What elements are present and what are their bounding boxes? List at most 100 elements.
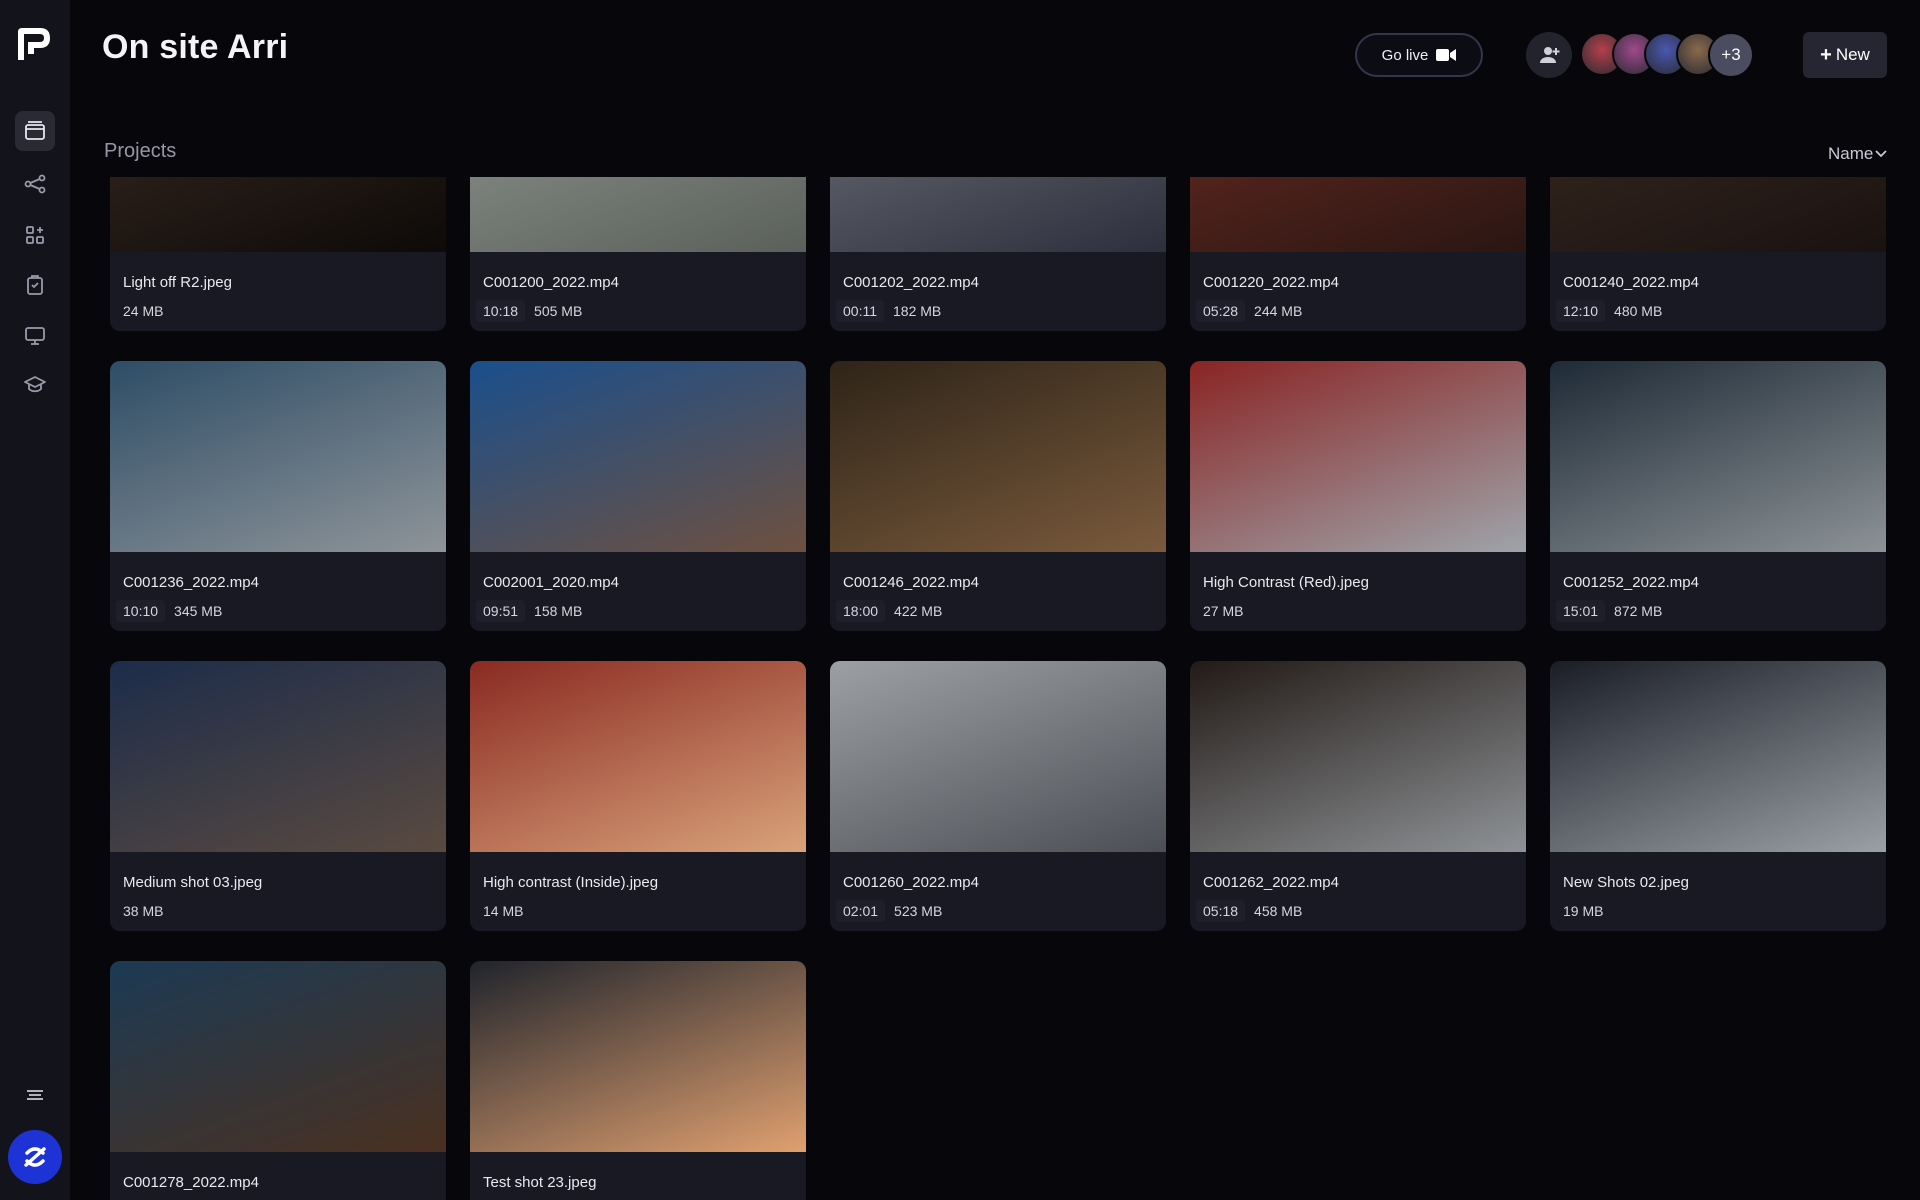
file-name: C002001_2020.mp4 [483,574,619,591]
file-thumbnail[interactable] [830,661,1166,852]
apps-add-icon [26,226,44,244]
duration-badge: 10:18 [476,300,526,322]
file-card[interactable]: C001240_2022.mp4 12:10 480 MB [1550,177,1886,331]
file-size: 182 MB [893,303,942,319]
new-button-label: New [1835,45,1870,64]
sidebar-menu-button[interactable] [15,1075,55,1115]
duration-badge: 00:11 [836,300,884,322]
file-meta: 24 MB [116,299,170,323]
file-size: 38 MB [123,903,164,919]
file-card[interactable]: New Shots 02.jpeg 19 MB [1550,661,1886,931]
new-button[interactable]: + New [1803,32,1887,78]
file-meta: 15:01 872 MB [1556,599,1669,623]
file-thumbnail[interactable] [110,361,446,552]
nav-apps[interactable] [15,215,55,255]
file-thumbnail[interactable] [110,661,446,852]
file-meta: 12:10 480 MB [1556,299,1669,323]
duration-badge: 15:01 [1556,600,1606,622]
file-card[interactable]: C001278_2022.mp420:17305 MB [110,961,446,1200]
file-size: 158 MB [534,603,583,619]
file-name: Medium shot 03.jpeg [123,874,263,891]
file-size: 345 MB [174,603,223,619]
file-meta: 00:11 182 MB [836,299,948,323]
file-meta: 27 MB [1196,599,1250,623]
file-size: 505 MB [534,303,583,319]
file-thumbnail[interactable] [470,177,806,252]
file-name: C001240_2022.mp4 [1563,274,1699,291]
file-card[interactable]: High contrast (Inside).jpeg 14 MB [470,661,806,931]
duration-badge: 12:10 [1556,300,1606,322]
file-name: C001260_2022.mp4 [843,874,979,891]
file-thumbnail[interactable] [1550,361,1886,552]
duration-badge: 18:00 [836,600,886,622]
file-thumbnail[interactable] [470,961,806,1152]
nav-learning[interactable] [15,365,55,405]
invite-user-button[interactable] [1526,32,1572,78]
file-name: High contrast (Inside).jpeg [483,874,659,891]
file-name: Light off R2.jpeg [123,274,232,291]
file-card[interactable]: C001262_2022.mp4 05:18 458 MB [1190,661,1526,931]
duration-badge: 05:28 [1196,300,1246,322]
file-card[interactable]: High Contrast (Red).jpeg 27 MB [1190,361,1526,631]
nav-share[interactable] [15,164,55,204]
file-thumbnail[interactable] [110,961,446,1152]
file-card[interactable]: C001260_2022.mp4 02:01 523 MB [830,661,1166,931]
file-thumbnail[interactable] [1550,177,1886,252]
nav-projects[interactable] [15,111,55,151]
monitor-icon [25,327,45,345]
file-card[interactable]: Medium shot 03.jpeg 38 MB [110,661,446,931]
file-name: C001202_2022.mp4 [843,274,979,291]
file-thumbnail[interactable] [1550,661,1886,852]
file-size: 14 MB [483,903,524,919]
file-size: 19 MB [1563,903,1604,919]
nav-monitor[interactable] [15,315,55,355]
sort-dropdown[interactable]: Name [1828,144,1887,164]
file-meta: 05:28 244 MB [1196,299,1309,323]
file-thumbnail[interactable] [830,177,1166,252]
video-camera-icon [1436,49,1457,61]
file-card[interactable]: C001236_2022.mp4 10:10 345 MB [110,361,446,631]
section-title: Projects [104,140,177,162]
plus-icon: + [1820,44,1832,66]
file-thumbnail[interactable] [470,661,806,852]
file-card[interactable]: C002001_2020.mp4 09:51 158 MB [470,361,806,631]
brand-badge[interactable] [8,1130,62,1184]
duration-badge: 09:51 [476,600,526,622]
file-name: C001236_2022.mp4 [123,574,259,591]
file-meta: 09:51 158 MB [476,599,589,623]
app-logo-icon[interactable] [14,24,54,64]
file-name: New Shots 02.jpeg [1563,874,1689,891]
file-name: C001252_2022.mp4 [1563,574,1699,591]
file-thumbnail[interactable] [1190,177,1526,252]
file-card[interactable]: C001220_2022.mp4 05:28 244 MB [1190,177,1526,331]
file-card[interactable]: C001200_2022.mp4 10:18 505 MB [470,177,806,331]
nav-clipboard[interactable] [15,265,55,305]
file-meta: 02:01 523 MB [836,899,949,923]
file-size: 422 MB [894,603,943,619]
file-card[interactable]: C001246_2022.mp4 18:00 422 MB [830,361,1166,631]
file-thumbnail[interactable] [470,361,806,552]
file-grid: Light off R2.jpeg 24 MB C001200_2022.mp4 10… [70,177,1920,1200]
chevron-down-icon [1875,150,1887,158]
more-collaborators-badge[interactable]: +3 [1708,32,1754,78]
file-name: C001278_2022.mp4 [123,1174,259,1191]
file-size: 24 MB [123,303,164,319]
projects-icon [25,121,45,140]
page-title: On site Arri [102,28,289,66]
file-thumbnail[interactable] [110,177,446,252]
file-thumbnail[interactable] [1190,661,1526,852]
sidebar [0,0,70,1200]
file-thumbnail[interactable] [830,361,1166,552]
file-thumbnail[interactable] [1190,361,1526,552]
file-card[interactable]: Test shot 23.jpeg72 MB [470,961,806,1200]
add-user-icon [1540,47,1560,63]
file-card[interactable]: C001202_2022.mp4 00:11 182 MB [830,177,1166,331]
clipboard-icon [27,275,43,295]
duration-badge: 05:18 [1196,900,1246,922]
file-card[interactable]: C001252_2022.mp4 15:01 872 MB [1550,361,1886,631]
go-live-button[interactable]: Go live [1355,33,1483,77]
file-name: C001200_2022.mp4 [483,274,619,291]
file-card[interactable]: Light off R2.jpeg 24 MB [110,177,446,331]
file-name: C001262_2022.mp4 [1203,874,1339,891]
duration-badge: 02:01 [836,900,886,922]
